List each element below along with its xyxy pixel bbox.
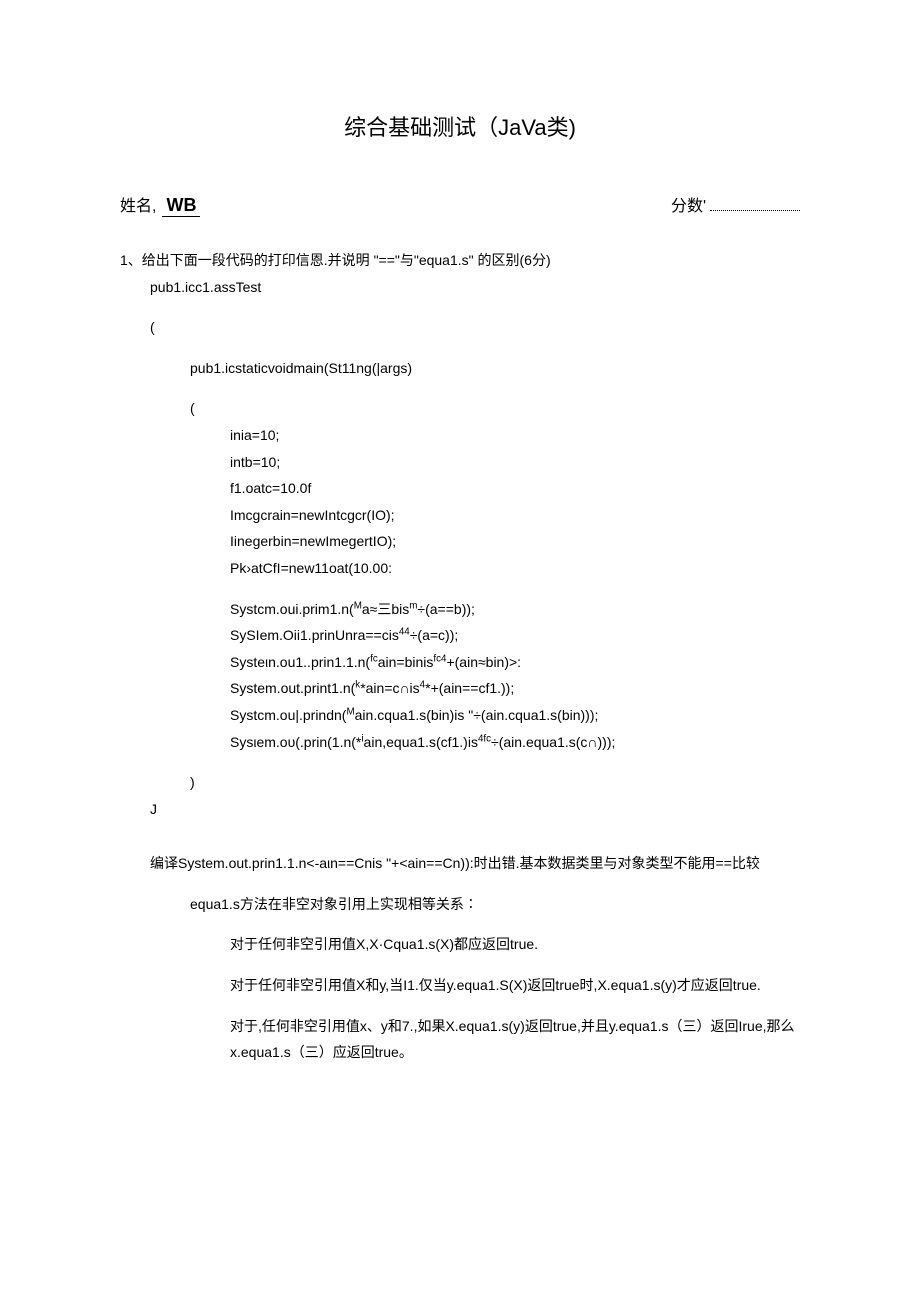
name-value: WB bbox=[162, 195, 200, 217]
explain-1: 编译System.out.prin1.1.n<-aιn==Cnis "+<ain… bbox=[150, 850, 800, 877]
explain-3: 对于任何非空引用值X,X·Cqua1.s(X)都应返回true. bbox=[230, 931, 800, 958]
code-line: SySIem.Oii1.prinUnra==cis44÷(a=c)); bbox=[230, 622, 800, 649]
code-line: Systcm.ou|.prindn(Main.cqua1.s(bin)is "÷… bbox=[230, 702, 800, 729]
name-label: 姓名, bbox=[120, 192, 156, 216]
explain-4: 对于任何非空引用值X和y,当I1.仅当y.equa1.S(X)返回true时,X… bbox=[230, 972, 800, 999]
code-line: Pk›atCfI=new11oat(10.00: bbox=[230, 555, 800, 582]
code-line: Imcgcrain=newIntcgcr(IO); bbox=[230, 502, 800, 529]
code-line: ) bbox=[190, 769, 800, 796]
page-title: 综合基础测试（JaVa类) bbox=[120, 110, 800, 142]
score-label: 分数' bbox=[671, 192, 706, 216]
header-row: 姓名, WB 分数' bbox=[120, 192, 800, 217]
code-line: Systcm.oui.prim1.n(Ma≈三bism÷(a==b)); bbox=[230, 596, 800, 623]
code-line: inia=10; bbox=[230, 422, 800, 449]
code-line: intb=10; bbox=[230, 449, 800, 476]
code-line: Iinegerbin=newImegertIO); bbox=[230, 528, 800, 555]
question-1: 1、给出下面一段代码的打印信恩.并说明 "=="与"equa1.s" 的区别(6… bbox=[120, 247, 800, 1066]
code-line: f1.oatc=10.0f bbox=[230, 475, 800, 502]
code-line: System.out.print1.n(k*ain=c∩is4*+(ain==c… bbox=[230, 675, 800, 702]
code-line: ( bbox=[190, 395, 800, 422]
code-line: Sysιem.oυ(.prin(1.n(*iain,equa1.s(cf1.)i… bbox=[230, 729, 800, 756]
explain-5: 对于,任何非空引用值x、y和7.,如果X.equa1.s(y)返回true,并且… bbox=[230, 1013, 800, 1066]
code-line: Systeιn.ou1..prin1.1.n(fcain=binisfc4+(a… bbox=[230, 649, 800, 676]
code-line: pub1.icstaticvoidmain(St11ng(|args) bbox=[190, 355, 800, 382]
score-blank bbox=[710, 210, 800, 211]
code-line: pub1.icc1.assTest bbox=[150, 274, 800, 301]
explain-2: equa1.s方法在非空对象引用上实现相等关系∶ bbox=[190, 891, 800, 918]
q1-prompt: 1、给出下面一段代码的打印信恩.并说明 "=="与"equa1.s" 的区别(6… bbox=[120, 247, 800, 274]
code-line: ( bbox=[150, 314, 800, 341]
name-field: 姓名, WB bbox=[120, 192, 200, 217]
score-field: 分数' bbox=[671, 192, 800, 216]
code-line: J bbox=[150, 796, 800, 823]
document-page: 综合基础测试（JaVa类) 姓名, WB 分数' 1、给出下面一段代码的打印信恩… bbox=[0, 0, 920, 1146]
